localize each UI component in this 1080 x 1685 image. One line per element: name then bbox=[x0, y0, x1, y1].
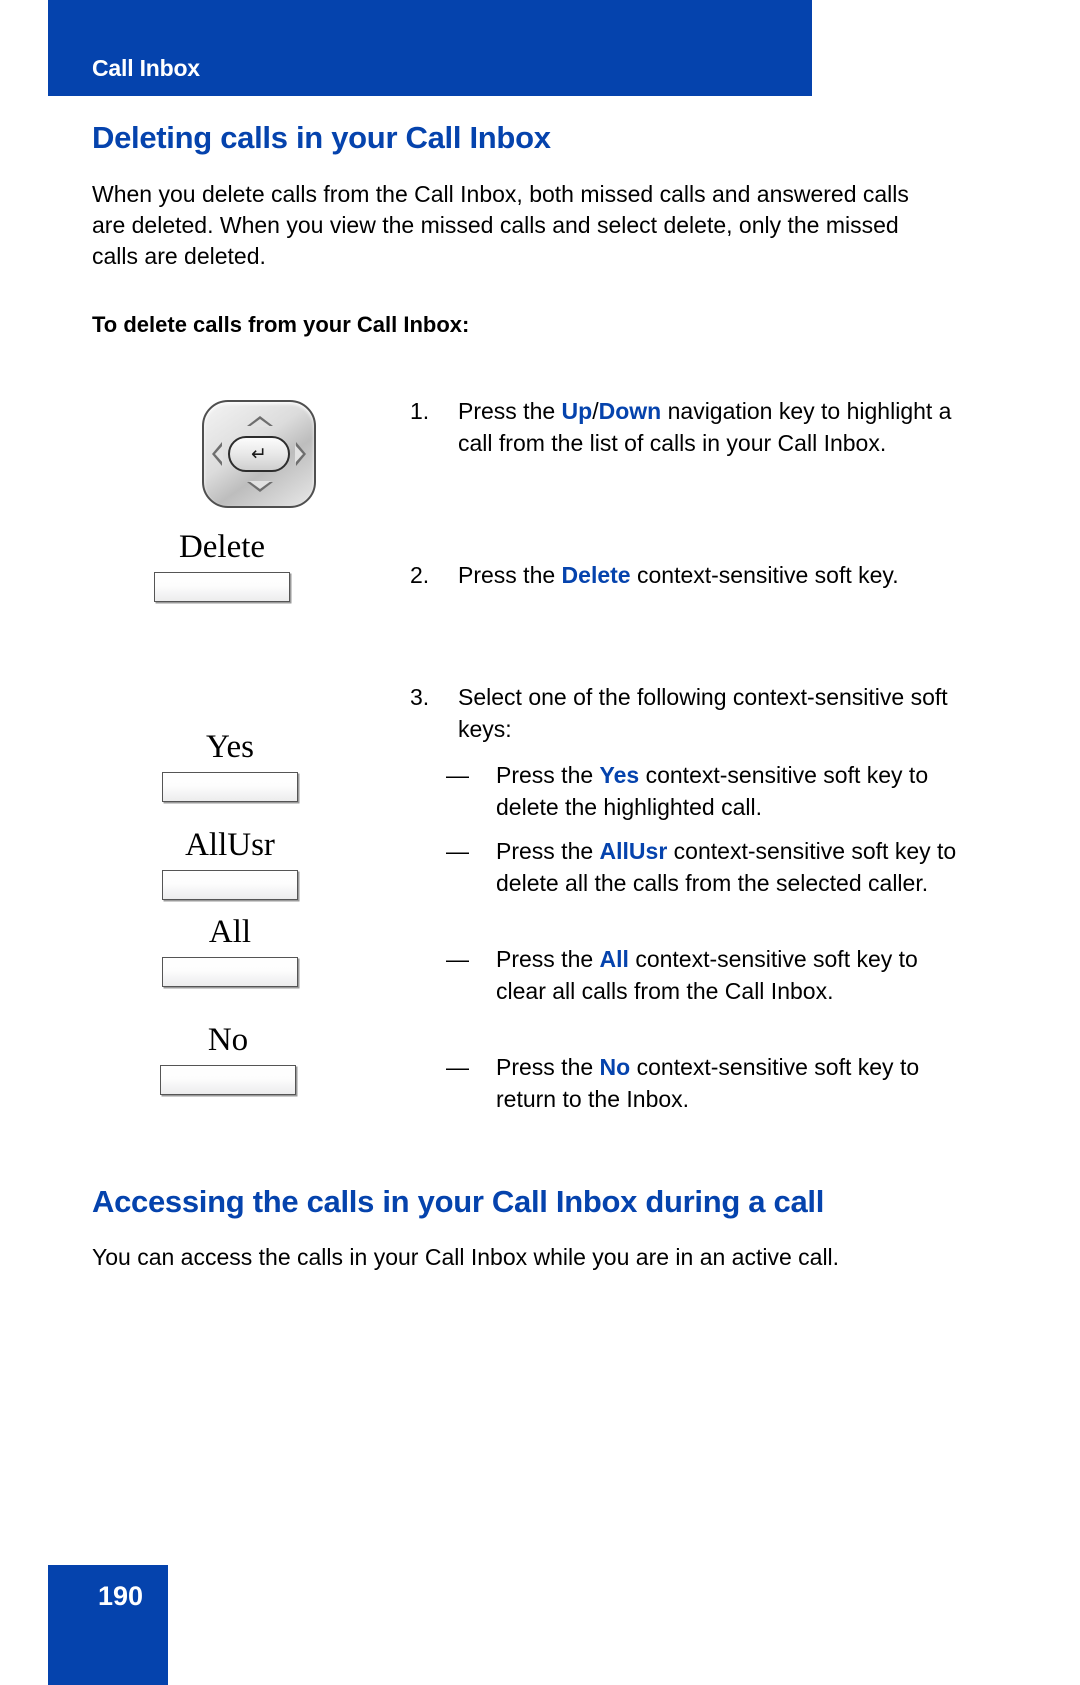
step-1-pre: Press the bbox=[458, 398, 562, 424]
bottom-section: Accessing the calls in your Call Inbox d… bbox=[92, 1183, 972, 1273]
softkey-figure-no: No bbox=[98, 1023, 358, 1100]
softkey-label-all: All bbox=[208, 914, 252, 950]
chevron-right-inner bbox=[295, 445, 303, 463]
procedure-figure-column: ↵ Delete Yes AllUsr All No bbox=[92, 378, 392, 1158]
step-1: 1. Press the Up/Down navigation key to h… bbox=[410, 396, 958, 459]
procedure-block: ↵ Delete Yes AllUsr All No 1. Press the bbox=[92, 378, 958, 1158]
chevron-up-inner bbox=[249, 419, 271, 427]
sub-item-allusr: — Press the AllUsr context-sensitive sof… bbox=[446, 836, 958, 899]
step-3-text: Select one of the following context-sens… bbox=[458, 684, 948, 742]
step-1-number: 1. bbox=[410, 398, 430, 424]
sub-item-all-text: Press the All context-sensitive soft key… bbox=[496, 944, 958, 1007]
step-1-text: Press the Up/Down navigation key to high… bbox=[458, 396, 958, 459]
bottom-section-title: Accessing the calls in your Call Inbox d… bbox=[92, 1184, 825, 1219]
chevron-down-inner bbox=[249, 481, 271, 489]
running-header-title: Call Inbox bbox=[92, 55, 200, 81]
softkey-button-all[interactable] bbox=[162, 956, 298, 987]
softkey-button-yes[interactable] bbox=[162, 771, 298, 802]
softkey-figure-delete: Delete bbox=[92, 530, 352, 607]
step-3-number: 3. bbox=[410, 684, 430, 710]
step-2-post: context-sensitive soft key. bbox=[630, 562, 899, 588]
sub-item-no-keyword: No bbox=[599, 1054, 631, 1080]
softkey-figure-allusr: AllUsr bbox=[100, 828, 360, 905]
step-2-text: Press the Delete context-sensitive soft … bbox=[458, 560, 958, 592]
softkey-button-allusr[interactable] bbox=[162, 869, 298, 900]
sub-item-yes-text: Press the Yes context-sensitive soft key… bbox=[496, 760, 958, 823]
bottom-section-paragraph: You can access the calls in your Call In… bbox=[92, 1244, 840, 1271]
chevron-left-inner bbox=[215, 445, 223, 463]
softkey-figure-all: All bbox=[100, 915, 360, 992]
softkey-label-yes: Yes bbox=[205, 729, 255, 765]
step-2-number: 2. bbox=[410, 562, 430, 588]
sub-item-allusr-dash: — bbox=[446, 838, 469, 864]
sub-item-allusr-pre: Press the bbox=[496, 838, 600, 864]
sub-item-yes: — Press the Yes context-sensitive soft k… bbox=[446, 760, 958, 823]
navigation-cluster-icon: ↵ bbox=[202, 400, 316, 508]
step-2-keyword-delete: Delete bbox=[561, 562, 631, 588]
page-number: 190 bbox=[98, 1581, 144, 1611]
procedure-sub-heading: To delete calls from your Call Inbox: bbox=[92, 312, 470, 338]
sub-item-no-text: Press the No context-sensitive soft key … bbox=[496, 1052, 958, 1115]
softkey-figure-yes: Yes bbox=[100, 730, 360, 807]
page-header-bar: Call Inbox bbox=[48, 0, 812, 96]
sub-item-yes-dash: — bbox=[446, 762, 469, 788]
softkey-button-no[interactable] bbox=[160, 1064, 296, 1095]
step-1-keyword-up: Up bbox=[561, 398, 593, 424]
softkey-label-no: No bbox=[207, 1022, 249, 1058]
softkey-button-delete[interactable] bbox=[154, 571, 290, 602]
step-2: 2. Press the Delete context-sensitive so… bbox=[410, 560, 958, 592]
sub-item-yes-keyword: Yes bbox=[599, 762, 640, 788]
sub-item-no: — Press the No context-sensitive soft ke… bbox=[446, 1052, 958, 1115]
step-1-keyword-down: Down bbox=[598, 398, 662, 424]
enter-key-icon: ↵ bbox=[228, 436, 290, 472]
sub-item-no-dash: — bbox=[446, 1054, 469, 1080]
sub-item-all-keyword: All bbox=[599, 946, 629, 972]
step-3: 3. Select one of the following context-s… bbox=[410, 682, 958, 745]
softkey-label-allusr: AllUsr bbox=[185, 827, 275, 863]
sub-item-yes-pre: Press the bbox=[496, 762, 600, 788]
sub-item-no-pre: Press the bbox=[496, 1054, 600, 1080]
sub-item-allusr-text: Press the AllUsr context-sensitive soft … bbox=[496, 836, 958, 899]
sub-item-all-dash: — bbox=[446, 946, 469, 972]
enter-key-glyph: ↵ bbox=[251, 442, 267, 465]
sub-item-all-pre: Press the bbox=[496, 946, 600, 972]
page-title: Deleting calls in your Call Inbox bbox=[92, 120, 551, 155]
footer-page-block: 190 bbox=[48, 1565, 168, 1685]
step-2-pre: Press the bbox=[458, 562, 562, 588]
sub-item-allusr-keyword: AllUsr bbox=[599, 838, 668, 864]
main-content: Deleting calls in your Call Inbox When y… bbox=[92, 120, 952, 338]
softkey-label-delete: Delete bbox=[178, 529, 266, 565]
intro-paragraph: When you delete calls from the Call Inbo… bbox=[92, 180, 909, 270]
sub-item-all: — Press the All context-sensitive soft k… bbox=[446, 944, 958, 1007]
